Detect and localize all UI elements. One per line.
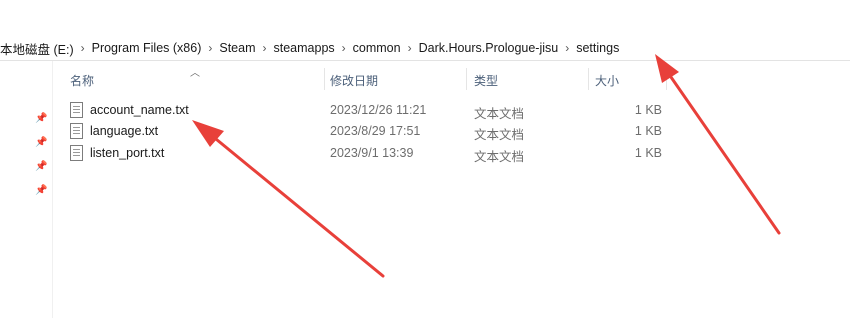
pin-icon[interactable]: 📌	[35, 185, 47, 197]
file-date: 2023/8/29 17:51	[330, 124, 421, 138]
navigation-pane: 📌 📌 📌 📌	[0, 61, 53, 318]
column-header-type[interactable]: 类型	[474, 72, 498, 89]
file-row[interactable]: account_name.txt 2023/12/26 11:21 文本文档 1…	[52, 100, 672, 121]
file-type: 文本文档	[474, 128, 525, 142]
annotation-arrow	[655, 54, 781, 235]
breadcrumb-drive[interactable]: 本地磁盘 (E:)	[0, 39, 78, 58]
window-top-strip	[0, 0, 850, 30]
file-name[interactable]: account_name.txt	[90, 103, 189, 117]
file-row[interactable]: language.txt 2023/8/29 17:51 文本文档 1 KB	[52, 121, 672, 142]
column-divider[interactable]	[324, 68, 325, 90]
text-file-icon	[70, 145, 83, 161]
breadcrumb-common[interactable]: common	[349, 41, 405, 55]
chevron-right-icon[interactable]: ›	[260, 41, 270, 55]
chevron-right-icon[interactable]: ›	[205, 41, 215, 55]
breadcrumb-program-files[interactable]: Program Files (x86)	[88, 41, 206, 55]
breadcrumb-game-folder[interactable]: Dark.Hours.Prologue-jisu	[415, 41, 563, 55]
chevron-right-icon[interactable]: ›	[78, 41, 88, 55]
column-header-date[interactable]: 修改日期	[330, 72, 378, 89]
pin-icon[interactable]: 📌	[35, 137, 47, 149]
breadcrumb-steamapps[interactable]: steamapps	[270, 41, 339, 55]
text-file-icon	[70, 123, 83, 139]
file-size: 1 KB	[634, 124, 662, 138]
file-size: 1 KB	[634, 146, 662, 160]
file-name[interactable]: language.txt	[90, 124, 158, 138]
file-type: 文本文档	[474, 107, 525, 121]
file-type: 文本文档	[474, 150, 525, 164]
pin-icon[interactable]: 📌	[35, 113, 47, 125]
file-size: 1 KB	[634, 103, 662, 117]
column-divider[interactable]	[588, 68, 589, 90]
column-header-name[interactable]: 名称	[70, 72, 94, 89]
file-date: 2023/9/1 13:39	[330, 146, 414, 160]
breadcrumb-steam[interactable]: Steam	[215, 41, 259, 55]
address-bar[interactable]: 本地磁盘 (E:) › Program Files (x86) › Steam …	[0, 36, 850, 61]
breadcrumb-settings[interactable]: settings	[572, 41, 623, 55]
chevron-right-icon[interactable]: ›	[339, 41, 349, 55]
column-divider[interactable]	[666, 68, 667, 90]
file-row[interactable]: listen_port.txt 2023/9/1 13:39 文本文档 1 KB	[52, 143, 672, 164]
column-header-row: ︿ 名称 修改日期 类型 大小	[52, 66, 672, 92]
chevron-right-icon[interactable]: ›	[562, 41, 572, 55]
text-file-icon	[70, 102, 83, 118]
column-divider[interactable]	[466, 68, 467, 90]
pin-icon[interactable]: 📌	[35, 161, 47, 173]
sort-up-icon: ︿	[190, 68, 200, 79]
file-name[interactable]: listen_port.txt	[90, 146, 164, 160]
chevron-right-icon[interactable]: ›	[405, 41, 415, 55]
column-header-size[interactable]: 大小	[595, 72, 619, 89]
file-date: 2023/12/26 11:21	[330, 103, 427, 117]
